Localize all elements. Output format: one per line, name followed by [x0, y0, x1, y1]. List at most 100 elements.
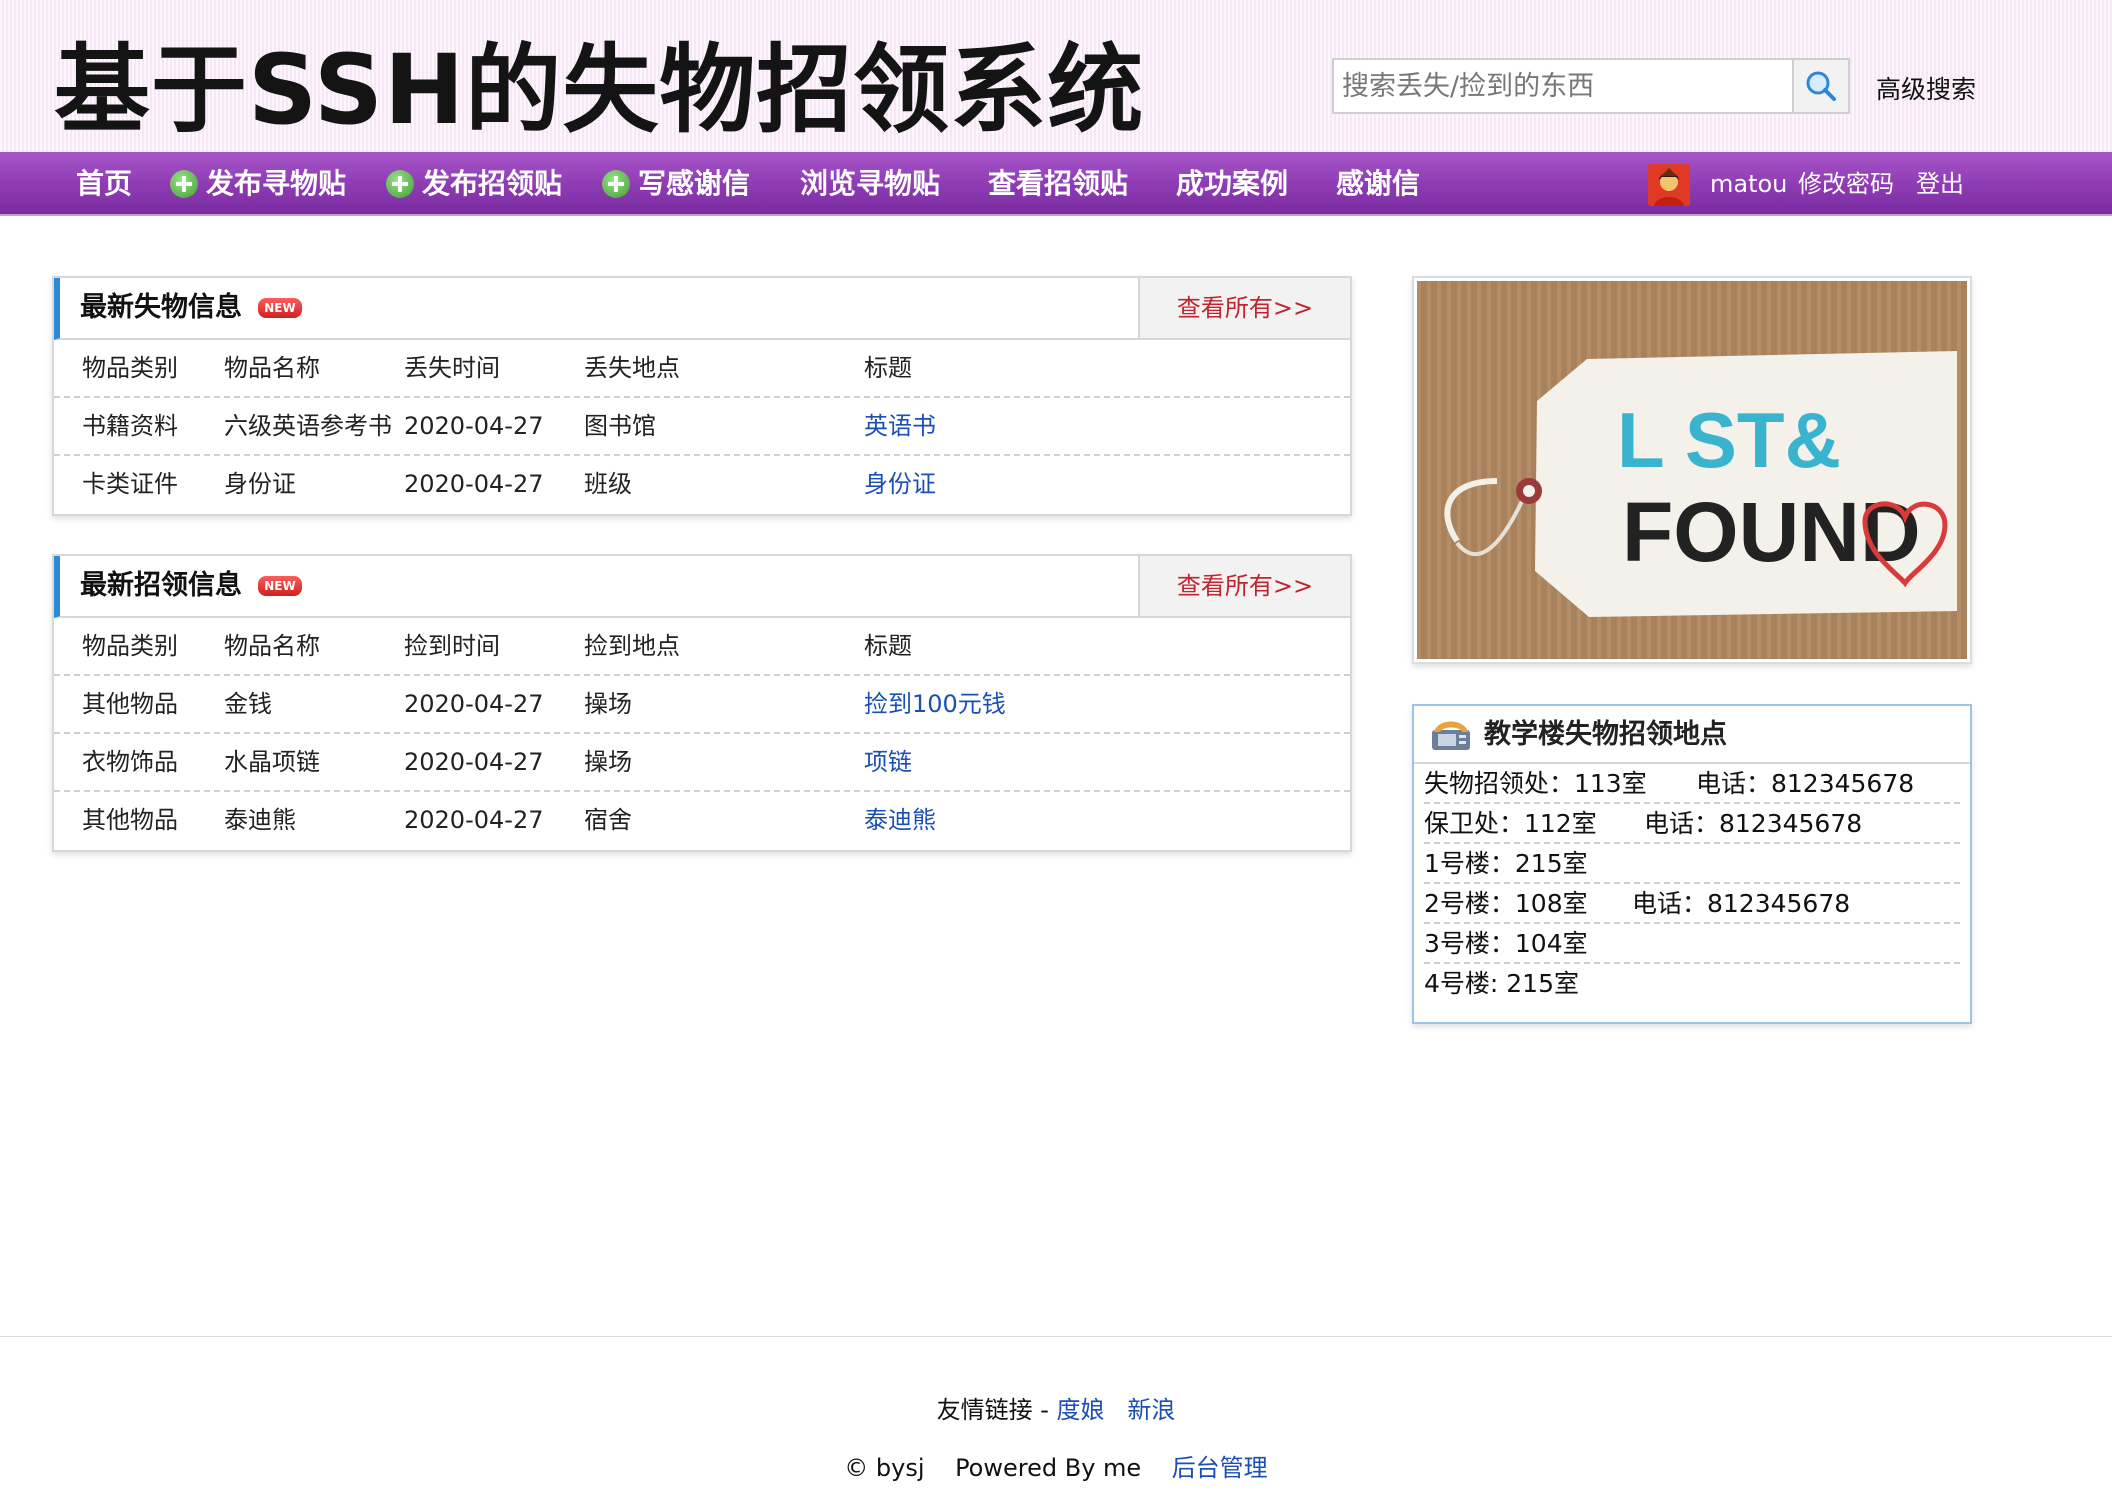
item-place: 班级 [584, 470, 632, 498]
panel-title: 最新失物信息 [80, 292, 242, 323]
main-nav: 首页 发布寻物贴 发布招领贴 写感谢信 浏览寻物贴 查看招领贴 成功案例 感谢信… [0, 152, 2112, 216]
admin-link[interactable]: 后台管理 [1172, 1454, 1268, 1482]
nav-post-lost[interactable]: 发布寻物贴 [170, 152, 346, 216]
item-time: 2020-04-27 [404, 470, 544, 498]
lost-found-tag-illustration: L ST& FOUND [1417, 281, 1967, 659]
column-header: 丢失地点 [584, 354, 680, 382]
footer-divider [0, 1336, 2112, 1337]
item-place: 操场 [584, 690, 632, 718]
tag-text-lost: L ST& [1617, 396, 1841, 484]
view-all-found-link[interactable]: 查看所有>> [1138, 556, 1350, 616]
table-row: 其他物品 泰迪熊 2020-04-27 宿舍 泰迪熊 [54, 792, 1350, 850]
advanced-search-link[interactable]: 高级搜索 [1876, 70, 1976, 106]
avatar[interactable] [1648, 164, 1690, 206]
contact-place: 失物招领处：113室 [1424, 769, 1647, 798]
item-name: 泰迪熊 [224, 806, 296, 834]
table-row: 书籍资料 六级英语参考书 2020-04-27 图书馆 英语书 [54, 398, 1350, 456]
column-header: 物品类别 [82, 632, 178, 660]
panel-header: 最新招领信息 NEW 查看所有>> [54, 556, 1350, 618]
table-row: 卡类证件 身份证 2020-04-27 班级 身份证 [54, 456, 1350, 514]
item-name: 身份证 [224, 470, 296, 498]
item-category: 其他物品 [82, 690, 178, 718]
latest-found-panel: 最新招领信息 NEW 查看所有>> 物品类别 物品名称 捡到时间 捡到地点 标题… [52, 554, 1352, 852]
nav-view-found-label: 查看招领贴 [988, 167, 1129, 200]
contact-place: 4号楼: 215室 [1424, 969, 1579, 998]
contact-place: 2号楼：108室 [1424, 889, 1588, 918]
nav-thanks-letters[interactable]: 感谢信 [1336, 152, 1420, 216]
nav-logout[interactable]: 登出 [1916, 152, 1964, 216]
nav-username[interactable]: matou [1710, 152, 1787, 216]
item-time: 2020-04-27 [404, 690, 544, 718]
nav-home-label: 首页 [76, 167, 133, 200]
item-place: 操场 [584, 748, 632, 776]
nav-change-password[interactable]: 修改密码 [1798, 152, 1894, 216]
search-icon [1806, 71, 1836, 101]
table-header-row: 物品类别 物品名称 丢失时间 丢失地点 标题 [54, 340, 1350, 398]
footer-copyright: © bysj Powered By me 后台管理 [0, 1448, 2112, 1483]
item-place: 图书馆 [584, 412, 656, 440]
nav-thanks-letters-label: 感谢信 [1336, 167, 1421, 200]
item-name: 金钱 [224, 690, 272, 718]
item-category: 衣物饰品 [82, 748, 178, 776]
view-all-lost-link[interactable]: 查看所有>> [1138, 278, 1350, 338]
item-title-link[interactable]: 项链 [864, 734, 912, 790]
nav-home[interactable]: 首页 [76, 152, 132, 216]
contact-row: 3号楼：104室 [1424, 924, 1960, 964]
column-header: 标题 [864, 632, 912, 660]
user-avatar-icon [1648, 164, 1690, 206]
nav-post-found[interactable]: 发布招领贴 [386, 152, 562, 216]
phone-icon [1432, 721, 1470, 750]
contact-row: 1号楼：215室 [1424, 844, 1960, 884]
search-button[interactable] [1792, 60, 1848, 112]
plus-icon [602, 170, 630, 198]
item-title-link[interactable]: 英语书 [864, 398, 936, 454]
column-header: 物品名称 [224, 632, 320, 660]
new-badge: NEW [258, 576, 302, 596]
copyright-text: © bysj [844, 1454, 925, 1482]
plus-icon [386, 170, 414, 198]
nav-success-cases[interactable]: 成功案例 [1176, 152, 1288, 216]
nav-post-found-label: 发布招领贴 [422, 167, 563, 200]
item-category: 书籍资料 [82, 412, 178, 440]
contact-place: 保卫处：112室 [1424, 809, 1597, 838]
plus-icon [170, 170, 198, 198]
nav-success-cases-label: 成功案例 [1176, 167, 1289, 200]
search-input[interactable] [1334, 60, 1790, 112]
contact-phone: 电话：812345678 [1632, 889, 1851, 918]
contact-phone: 电话：812345678 [1644, 809, 1863, 838]
powered-by-text: Powered By me [955, 1454, 1142, 1482]
item-name: 六级英语参考书 [224, 412, 392, 440]
contact-row: 失物招领处：113室 电话：812345678 [1424, 764, 1960, 804]
item-title-link[interactable]: 泰迪熊 [864, 792, 936, 848]
panel-title: 最新招领信息 [80, 570, 242, 601]
item-title-link[interactable]: 捡到100元钱 [864, 676, 1006, 732]
contact-place: 3号楼：104室 [1424, 929, 1588, 958]
column-header: 丢失时间 [404, 354, 500, 382]
tag-text-found: FOUND [1622, 485, 1921, 579]
contact-row: 4号楼: 215室 [1424, 964, 1960, 1004]
item-category: 其他物品 [82, 806, 178, 834]
nav-browse-lost[interactable]: 浏览寻物贴 [800, 152, 940, 216]
nav-write-thanks[interactable]: 写感谢信 [602, 152, 750, 216]
column-header: 物品名称 [224, 354, 320, 382]
contact-locations-box: 教学楼失物招领地点 失物招领处：113室 电话：812345678 保卫处：11… [1412, 704, 1972, 1024]
nav-write-thanks-label: 写感谢信 [638, 167, 751, 200]
column-header: 物品类别 [82, 354, 178, 382]
item-title-link[interactable]: 身份证 [864, 456, 936, 512]
item-time: 2020-04-27 [404, 748, 544, 776]
item-name: 水晶项链 [224, 748, 320, 776]
nav-view-found[interactable]: 查看招领贴 [988, 152, 1128, 216]
friend-link-baidu[interactable]: 度娘 [1057, 1396, 1105, 1424]
contact-title: 教学楼失物招领地点 [1484, 719, 1727, 750]
footer-friend-links: 友情链接 - 度娘 新浪 [0, 1390, 2112, 1425]
friend-link-sina[interactable]: 新浪 [1127, 1396, 1175, 1424]
lost-and-found-banner: L ST& FOUND [1412, 276, 1972, 664]
table-row: 其他物品 金钱 2020-04-27 操场 捡到100元钱 [54, 676, 1350, 734]
item-category: 卡类证件 [82, 470, 178, 498]
new-badge: NEW [258, 298, 302, 318]
contact-place: 1号楼：215室 [1424, 849, 1588, 878]
panel-header: 最新失物信息 NEW 查看所有>> [54, 278, 1350, 340]
column-header: 捡到地点 [584, 632, 680, 660]
table-row: 衣物饰品 水晶项链 2020-04-27 操场 项链 [54, 734, 1350, 792]
contact-header: 教学楼失物招领地点 [1414, 706, 1970, 764]
